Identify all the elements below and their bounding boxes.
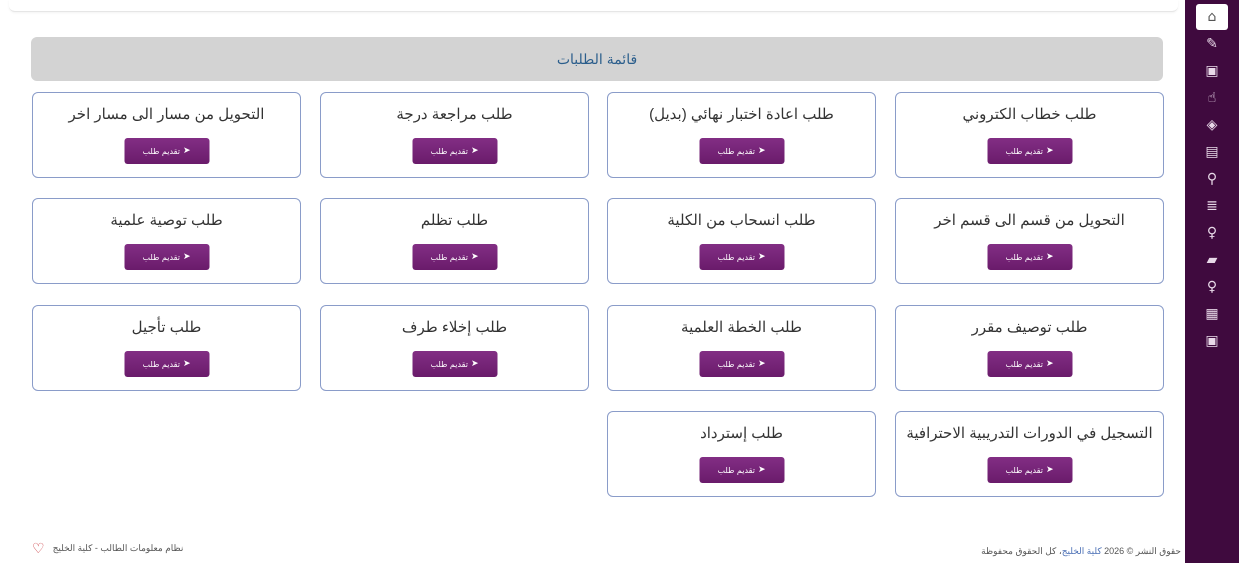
request-card-clearance: طلب إخلاء طرف ➤ تقديم طلب: [320, 305, 589, 391]
card-title: طلب خطاب الكتروني: [962, 106, 1097, 123]
card-title: طلب تأجيل: [131, 319, 202, 336]
edit-icon[interactable]: ✎: [1196, 31, 1228, 57]
bulb-icon[interactable]: ♀: [1196, 220, 1228, 246]
list-icon[interactable]: ≣: [1196, 193, 1228, 219]
send-icon: ➤: [757, 465, 766, 475]
submit-request-button[interactable]: ➤ تقديم طلب: [412, 351, 497, 377]
request-card-course-description: طلب توصيف مقرر ➤ تقديم طلب: [895, 305, 1164, 391]
calendar-icon[interactable]: ▦: [1196, 301, 1228, 327]
submit-request-button[interactable]: ➤ تقديم طلب: [987, 138, 1072, 164]
book-icon[interactable]: ▰: [1196, 247, 1228, 273]
submit-request-button[interactable]: ➤ تقديم طلب: [987, 457, 1072, 483]
request-card-e-letter: طلب خطاب الكتروني ➤ تقديم طلب: [895, 92, 1164, 178]
send-icon: ➤: [757, 146, 766, 156]
college-link[interactable]: كلية الخليج: [1062, 546, 1102, 556]
layers-icon[interactable]: ◈: [1196, 112, 1228, 138]
send-icon: ➤: [470, 146, 479, 156]
submit-request-button[interactable]: ➤ تقديم طلب: [699, 138, 784, 164]
request-card-recommendation: طلب توصية علمية ➤ تقديم طلب: [32, 198, 301, 284]
send-icon: ➤: [470, 359, 479, 369]
card-title: طلب توصيف مقرر: [971, 319, 1088, 336]
request-card-grievance: طلب تظلم ➤ تقديم طلب: [320, 198, 589, 284]
card-title: التحويل من قسم الى قسم اخر: [934, 212, 1125, 229]
card-title: طلب انسحاب من الكلية: [667, 212, 816, 229]
footer-copyright: حقوق النشر © 2026 كلية الخليج، كل الحقوق…: [981, 546, 1181, 556]
card-title: طلب توصية علمية: [110, 212, 223, 229]
request-card-retake-exam: طلب اعادة اختبار نهائي (بديل) ➤ تقديم طلب: [607, 92, 876, 178]
request-card-study-plan: طلب الخطة العلمية ➤ تقديم طلب: [607, 305, 876, 391]
card-title: طلب الخطة العلمية: [681, 319, 802, 336]
submit-request-button[interactable]: ➤ تقديم طلب: [124, 351, 209, 377]
grid-icon-2[interactable]: ▣: [1196, 328, 1228, 354]
submit-request-button[interactable]: ➤ تقديم طلب: [412, 138, 497, 164]
request-card-grade-review: طلب مراجعة درجة ➤ تقديم طلب: [320, 92, 589, 178]
send-icon: ➤: [182, 146, 191, 156]
card-title: التحويل من مسار الى مسار اخر: [68, 106, 265, 123]
top-card-edge: [9, 0, 1178, 12]
send-icon: ➤: [1045, 359, 1054, 369]
request-card-withdrawal: طلب انسحاب من الكلية ➤ تقديم طلب: [607, 198, 876, 284]
home-icon[interactable]: ⌂: [1196, 4, 1228, 30]
send-icon: ➤: [1045, 465, 1054, 475]
id-card-icon[interactable]: ▤: [1196, 139, 1228, 165]
request-card-dept-transfer: التحويل من قسم الى قسم اخر ➤ تقديم طلب: [895, 198, 1164, 284]
send-icon: ➤: [470, 252, 479, 262]
submit-request-button[interactable]: ➤ تقديم طلب: [124, 244, 209, 270]
card-title: طلب مراجعة درجة: [396, 106, 513, 123]
card-title: طلب إسترداد: [700, 425, 783, 442]
submit-request-button[interactable]: ➤ تقديم طلب: [987, 351, 1072, 377]
send-icon: ➤: [757, 359, 766, 369]
submit-request-button[interactable]: ➤ تقديم طلب: [699, 244, 784, 270]
submit-request-button[interactable]: ➤ تقديم طلب: [699, 457, 784, 483]
request-card-training-courses: التسجيل في الدورات التدريبية الاحترافية …: [895, 411, 1164, 497]
grid-icon[interactable]: ▣: [1196, 58, 1228, 84]
submit-request-button[interactable]: ➤ تقديم طلب: [412, 244, 497, 270]
bulb-icon-2[interactable]: ♀: [1196, 274, 1228, 300]
request-card-postpone: طلب تأجيل ➤ تقديم طلب: [32, 305, 301, 391]
request-card-track-transfer: التحويل من مسار الى مسار اخر ➤ تقديم طلب: [32, 92, 301, 178]
card-title: طلب إخلاء طرف: [401, 319, 508, 336]
send-icon: ➤: [182, 252, 191, 262]
submit-request-button[interactable]: ➤ تقديم طلب: [699, 351, 784, 377]
submit-request-button[interactable]: ➤ تقديم طلب: [124, 138, 209, 164]
footer-system-name: نظام معلومات الطالب - كلية الخليج ♡: [32, 540, 184, 556]
hand-icon[interactable]: ☝: [1196, 85, 1228, 111]
sidebar: ⌂ ✎ ▣ ☝ ◈ ▤ ⚲ ≣ ♀ ▰ ♀ ▦ ▣: [1185, 0, 1239, 563]
request-card-refund: طلب إسترداد ➤ تقديم طلب: [607, 411, 876, 497]
send-icon: ➤: [182, 359, 191, 369]
send-icon: ➤: [1045, 252, 1054, 262]
card-title: طلب تظلم: [420, 212, 489, 229]
page-title: قائمة الطلبات: [31, 37, 1163, 81]
send-icon: ➤: [757, 252, 766, 262]
card-title: طلب اعادة اختبار نهائي (بديل): [649, 106, 834, 123]
send-icon: ➤: [1045, 146, 1054, 156]
paperclip-icon[interactable]: ⚲: [1196, 166, 1228, 192]
submit-request-button[interactable]: ➤ تقديم طلب: [987, 244, 1072, 270]
card-title: التسجيل في الدورات التدريبية الاحترافية: [906, 425, 1153, 442]
heart-icon: ♡: [32, 540, 45, 556]
